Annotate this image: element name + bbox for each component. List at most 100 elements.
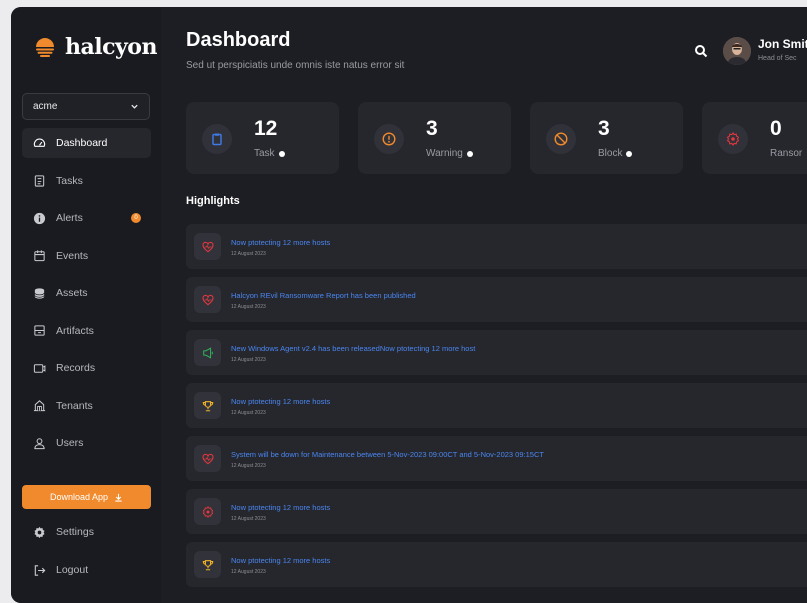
sidebar-item-label: Tasks	[56, 174, 83, 187]
org-select[interactable]: acme	[22, 93, 150, 120]
list-item[interactable]: System will be down for Maintenance betw…	[186, 436, 807, 481]
list-item[interactable]: Halcyon REvil Ransomware Report has been…	[186, 277, 807, 322]
user-name[interactable]: Jon Smit	[758, 37, 807, 51]
clipboard-icon	[33, 174, 46, 187]
sidebar-item-logout[interactable]: Logout	[22, 555, 151, 585]
halcyon-logo-icon	[36, 38, 54, 57]
stat-card-task[interactable]: 12 Task	[186, 102, 339, 174]
sidebar-item-events[interactable]: Events	[22, 241, 151, 271]
info-icon[interactable]	[278, 150, 285, 157]
stat-value: 0	[770, 117, 782, 140]
clipboard-icon	[202, 124, 232, 154]
sidebar-item-label: Assets	[56, 287, 88, 299]
highlight-title[interactable]: Now ptotecting 12 more hosts	[231, 503, 330, 512]
download-app-label: Download App	[49, 492, 109, 502]
sidebar-item-label: Settings	[56, 526, 94, 538]
sidebar-item-records[interactable]: Records	[22, 353, 151, 383]
app-window: halcyon acme Dashboard Tasks Alerts 0 Ev…	[11, 7, 807, 603]
list-item[interactable]: Now ptotecting 12 more hosts 12 August 2…	[186, 542, 807, 587]
calendar-icon	[33, 249, 46, 262]
user-photo	[723, 37, 751, 65]
stat-label: Task	[254, 148, 285, 159]
stat-label-text: Ransor	[770, 148, 803, 159]
list-item[interactable]: Now ptotecting 12 more hosts 12 August 2…	[186, 489, 807, 534]
bug-gear-icon	[194, 498, 221, 525]
stat-value: 3	[598, 117, 610, 140]
stat-label: Warning	[426, 148, 473, 159]
megaphone-icon	[194, 339, 221, 366]
screen-icon	[33, 362, 46, 375]
sidebar-nav: Dashboard Tasks Alerts 0 Events Assets A…	[22, 128, 151, 466]
page-subtitle: Sed ut perspiciatis unde omnis iste natu…	[186, 60, 405, 71]
gear-icon	[33, 526, 46, 539]
info-circle-icon	[33, 212, 46, 225]
main-content: Dashboard Sed ut perspiciatis unde omnis…	[161, 7, 807, 603]
stat-label-text: Block	[598, 148, 623, 159]
logout-icon	[33, 564, 46, 577]
highlight-date: 12 August 2023	[231, 516, 266, 522]
sidebar-item-settings[interactable]: Settings	[22, 517, 151, 547]
trophy-icon	[194, 392, 221, 419]
bug-gear-icon	[718, 124, 748, 154]
sidebar-item-label: Dashboard	[56, 137, 108, 149]
user-icon	[33, 437, 46, 450]
sidebar-item-label: Logout	[56, 564, 89, 576]
sidebar-item-alerts[interactable]: Alerts 0	[22, 203, 151, 233]
avatar[interactable]	[723, 37, 751, 65]
highlight-title[interactable]: New Windows Agent v2.4 has been released…	[231, 344, 475, 353]
stat-label-text: Task	[254, 148, 275, 159]
sidebar-item-dashboard[interactable]: Dashboard	[22, 128, 151, 158]
info-icon[interactable]	[466, 150, 473, 157]
stat-label: Block	[598, 148, 633, 159]
block-icon	[546, 124, 576, 154]
highlight-date: 12 August 2023	[231, 357, 266, 363]
search-icon[interactable]	[694, 44, 708, 58]
sidebar-item-assets[interactable]: Assets	[22, 278, 151, 308]
stat-value: 12	[254, 117, 278, 140]
highlight-title[interactable]: Now ptotecting 12 more hosts	[231, 238, 330, 247]
dashboard-gauge-icon	[33, 137, 46, 150]
chevron-down-icon	[131, 104, 138, 109]
highlight-date: 12 August 2023	[231, 569, 266, 575]
highlights-title: Highlights	[186, 195, 240, 207]
download-icon	[115, 493, 122, 502]
stat-label-text: Warning	[426, 148, 463, 159]
sidebar-item-users[interactable]: Users	[22, 428, 151, 458]
building-icon	[33, 399, 46, 412]
highlight-date: 12 August 2023	[231, 463, 266, 469]
stat-card-block[interactable]: 3 Block	[530, 102, 683, 174]
heart-pulse-icon	[194, 233, 221, 260]
list-item[interactable]: New Windows Agent v2.4 has been released…	[186, 330, 807, 375]
sidebar-item-tasks[interactable]: Tasks	[22, 166, 151, 196]
stat-card-ransomware[interactable]: 0 Ransor	[702, 102, 807, 174]
stat-label: Ransor	[770, 148, 802, 159]
user-role: Head of Sec	[758, 55, 797, 62]
download-app-button[interactable]: Download App	[22, 485, 151, 509]
logo[interactable]: halcyon	[33, 34, 157, 60]
highlight-title[interactable]: Now ptotecting 12 more hosts	[231, 556, 330, 565]
database-icon	[33, 287, 46, 300]
sidebar-item-artifacts[interactable]: Artifacts	[22, 316, 151, 346]
list-item[interactable]: Now ptotecting 12 more hosts 12 August 2…	[186, 383, 807, 428]
list-item[interactable]: Now ptotecting 12 more hosts 12 August 2…	[186, 224, 807, 269]
highlights-list: Now ptotecting 12 more hosts 12 August 2…	[186, 224, 807, 595]
highlight-title[interactable]: Now ptotecting 12 more hosts	[231, 397, 330, 406]
org-select-value: acme	[33, 101, 58, 112]
page-title: Dashboard	[186, 29, 291, 51]
brand-name: halcyon	[65, 34, 157, 60]
highlight-title[interactable]: Halcyon REvil Ransomware Report has been…	[231, 291, 416, 300]
alerts-count-badge: 0	[131, 213, 141, 223]
highlight-date: 12 August 2023	[231, 304, 266, 310]
sidebar-bottom-nav: Settings Logout	[22, 517, 151, 593]
highlight-title[interactable]: System will be down for Maintenance betw…	[231, 450, 544, 459]
sidebar-item-label: Users	[56, 437, 84, 449]
sidebar-item-label: Alerts	[56, 212, 83, 224]
sidebar-item-tenants[interactable]: Tenants	[22, 391, 151, 421]
stat-card-warning[interactable]: 3 Warning	[358, 102, 511, 174]
highlight-date: 12 August 2023	[231, 410, 266, 416]
info-icon[interactable]	[626, 150, 633, 157]
sidebar-item-label: Artifacts	[56, 324, 94, 337]
warning-circle-icon	[374, 124, 404, 154]
highlight-date: 12 August 2023	[231, 251, 266, 257]
sidebar-item-label: Tenants	[56, 399, 93, 412]
